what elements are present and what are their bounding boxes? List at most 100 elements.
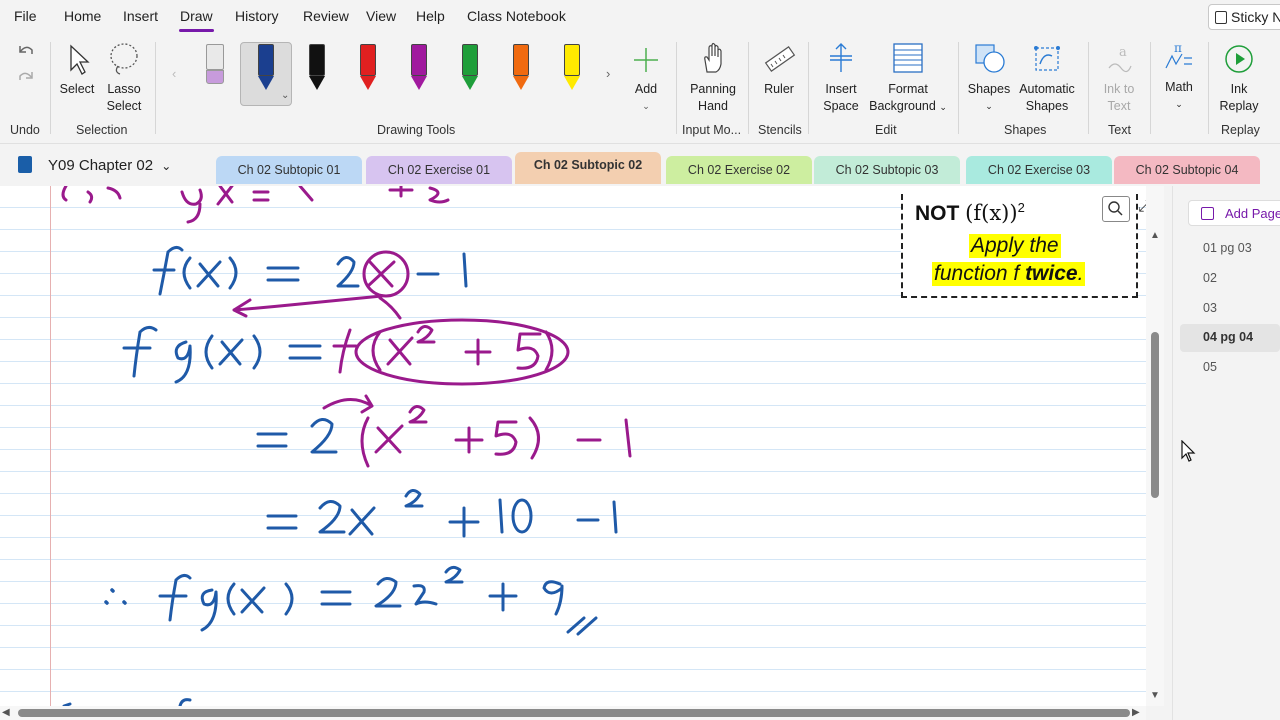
note-line-2: function f twice. [932, 262, 1086, 286]
select-button[interactable]: Select [58, 44, 96, 98]
pen-icon [513, 44, 529, 76]
svg-text:a: a [1119, 45, 1127, 60]
pen-icon [360, 44, 376, 76]
page-list-item[interactable]: 03 [1203, 301, 1217, 315]
lasso-select-button[interactable]: Lasso Select [102, 42, 146, 115]
notebook-icon [18, 156, 32, 173]
page-list-item[interactable]: 04 pg 04 [1203, 330, 1253, 344]
sticky-notes-label: Sticky N [1231, 9, 1280, 25]
group-label-drawing-tools: Drawing Tools [377, 123, 456, 137]
menu-file[interactable]: File [14, 8, 37, 24]
ribbon: Undo Select Lasso Select Selection ‹ ⌄ ›… [0, 34, 1280, 144]
note-exponent: 2 [1017, 200, 1025, 215]
scroll-right-icon[interactable]: ▶ [1132, 707, 1140, 718]
menu-view[interactable]: View [366, 8, 396, 24]
shapes-button[interactable]: Shapes ⌄ [966, 42, 1012, 115]
scroll-right-chevron-icon[interactable]: › [606, 66, 610, 81]
chevron-down-icon[interactable]: ⌄ [281, 90, 289, 101]
search-icon [1108, 201, 1123, 216]
pen-tool-3[interactable] [357, 44, 379, 94]
vertical-scroll-thumb[interactable] [1151, 332, 1159, 498]
section-tab-1[interactable]: Ch 02 Subtopic 01 [216, 156, 362, 184]
eraser-tool[interactable] [204, 44, 226, 94]
add-page-button[interactable]: Add Page [1188, 200, 1280, 226]
menu-insert[interactable]: Insert [123, 8, 158, 24]
pen-tool-5[interactable] [459, 44, 481, 94]
divider [50, 42, 51, 134]
scroll-left-chevron-icon[interactable]: ‹ [172, 66, 176, 81]
insert-space-button[interactable]: Insert Space [816, 42, 866, 115]
sticky-notes-button[interactable]: Sticky N [1208, 4, 1280, 30]
ruler-button[interactable]: Ruler [758, 44, 800, 98]
format-background-button[interactable]: Format Background ⌄ [868, 42, 948, 116]
add-page-label: Add Page [1225, 206, 1280, 221]
pen-tool-7[interactable] [561, 44, 583, 94]
auto-shapes-label-1: Automatic [1019, 82, 1075, 96]
menu-history[interactable]: History [235, 8, 279, 24]
menu-home[interactable]: Home [64, 8, 101, 24]
group-label-replay: Replay [1221, 123, 1260, 137]
note-heading: NOT (f(x))2 [915, 200, 1025, 226]
undo-redo-icon[interactable] [16, 42, 36, 86]
scroll-up-icon[interactable]: ▲ [1150, 230, 1160, 241]
page-list-item[interactable]: 01 pg 03 [1203, 241, 1252, 255]
group-label-text: Text [1108, 123, 1131, 137]
select-label: Select [59, 82, 95, 96]
section-tab-4[interactable]: Ch 02 Exercise 02 [666, 156, 812, 184]
page-list-item[interactable]: 02 [1203, 271, 1217, 285]
pen-tool-4[interactable] [408, 44, 430, 94]
format-bg-label-1: Format [888, 82, 928, 96]
chevron-down-icon: ⌄ [642, 101, 650, 111]
section-tab-3[interactable]: Ch 02 Subtopic 02 [515, 152, 661, 184]
insert-space-icon [830, 43, 852, 72]
section-tab-2[interactable]: Ch 02 Exercise 01 [366, 156, 512, 184]
menu-draw[interactable]: Draw [180, 8, 213, 24]
page-canvas[interactable]: NOT (f(x))2 Apply the function f twice. … [0, 186, 1146, 706]
notebook-selector[interactable]: Y09 Chapter 02 ⌄ [18, 156, 171, 174]
math-button[interactable]: π Math ⌄ [1156, 40, 1202, 113]
insert-space-label-2: Space [823, 99, 859, 113]
chevron-down-icon: ⌄ [1175, 99, 1183, 109]
note-search-button[interactable] [1102, 196, 1130, 222]
section-tab-5[interactable]: Ch 02 Subtopic 03 [814, 156, 960, 184]
ink-replay-label-2: Replay [1219, 99, 1259, 113]
note-line-1: Apply the [969, 234, 1061, 258]
scroll-down-icon[interactable]: ▼ [1150, 690, 1160, 701]
scroll-left-icon[interactable]: ◀ [2, 707, 10, 718]
lasso-icon [110, 43, 138, 75]
format-bg-label-2: Background [869, 99, 936, 113]
pen-tool-2[interactable] [306, 44, 328, 94]
note-line-2-text: function f [934, 262, 1026, 285]
menu-review[interactable]: Review [303, 8, 349, 24]
ink-to-text-button[interactable]: a Ink to Text [1096, 42, 1142, 115]
menu-class-notebook[interactable]: Class Notebook [467, 8, 566, 24]
divider [1208, 42, 1209, 134]
ink-replay-button[interactable]: Ink Replay [1214, 42, 1264, 115]
notebook-title: Y09 Chapter 02 [48, 157, 154, 174]
divider [808, 42, 809, 134]
add-pen-button[interactable]: Add ⌄ [628, 44, 664, 115]
pen-tool-1[interactable] [255, 44, 277, 94]
pen-icon [309, 44, 325, 76]
section-tab-7[interactable]: Ch 02 Subtopic 04 [1114, 156, 1260, 184]
section-tab-6[interactable]: Ch 02 Exercise 03 [966, 156, 1112, 184]
automatic-shapes-button[interactable]: Automatic Shapes [1014, 42, 1080, 115]
active-menu-indicator [179, 29, 214, 32]
note-math-text: (f(x)) [965, 201, 1018, 225]
ink-to-text-icon: a [1108, 45, 1132, 73]
expand-icon[interactable]: ⤢ [1138, 198, 1146, 216]
page-list-item[interactable]: 05 [1203, 360, 1217, 374]
panning-hand-button[interactable]: Panning Hand [686, 42, 740, 115]
math-icon: π [1165, 41, 1192, 69]
insert-space-label-1: Insert [825, 82, 857, 96]
horizontal-scroll-thumb[interactable] [18, 709, 1130, 717]
divider [1150, 42, 1151, 134]
math-label: Math [1165, 80, 1193, 94]
sticky-note-icon [1215, 11, 1227, 24]
pen-icon [462, 44, 478, 76]
pen-tool-6[interactable] [510, 44, 532, 94]
group-label-selection: Selection [76, 123, 128, 137]
menu-help[interactable]: Help [416, 8, 445, 24]
pen-icon [258, 44, 274, 76]
ink-replay-label-1: Ink [1230, 82, 1248, 96]
